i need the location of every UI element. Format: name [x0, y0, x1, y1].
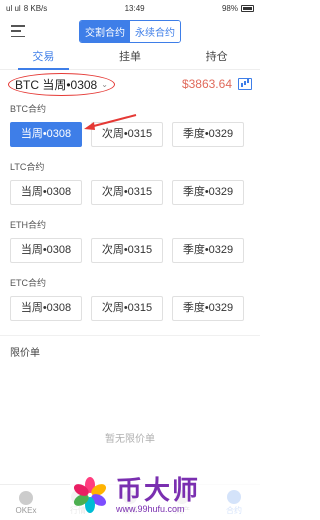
contract-button[interactable]: 当周•0308: [10, 180, 82, 205]
watermark-title: 币大师: [116, 475, 201, 505]
title-bar: 交割合约 永续合约: [0, 16, 260, 46]
contract-button[interactable]: 次周•0315: [91, 238, 163, 263]
contract-button[interactable]: 次周•0315: [91, 296, 163, 321]
price-bar: BTC 当周•0308 ⌄ $3863.64: [0, 70, 260, 98]
watermark: 币大师 www.99hufu.com: [70, 472, 260, 518]
ltc-section: LTC合约 当周•0308 次周•0315 季度•0329: [10, 161, 250, 205]
section-label: ETH合约: [10, 220, 47, 230]
okex-icon: [19, 490, 33, 505]
delivery-contract-tab[interactable]: 交割合约: [80, 20, 130, 42]
signal-indicator: ul ul: [6, 3, 21, 13]
limit-order-section: 限价单: [0, 335, 260, 367]
tab-positions[interactable]: 持仓: [173, 46, 260, 69]
contract-button[interactable]: 当周•0308: [10, 296, 82, 321]
battery-percent: 98%: [221, 3, 238, 13]
status-bar: ul ul 8 KB/s 13:49 98%: [0, 0, 260, 16]
contract-button[interactable]: 季度•0329: [172, 180, 244, 205]
limit-order-title: 限价单: [10, 348, 40, 359]
eth-section: ETH合约 当周•0308 次周•0315 季度•0329: [10, 219, 250, 263]
tab-orders[interactable]: 挂单: [87, 46, 174, 69]
section-label: LTC合约: [10, 162, 45, 172]
tab-trade[interactable]: 交易: [0, 46, 87, 70]
etc-section: ETC合约 当周•0308 次周•0315 季度•0329: [10, 277, 250, 321]
chart-icon[interactable]: [238, 78, 252, 90]
network-speed: 8 KB/s: [23, 3, 48, 13]
contract-button[interactable]: 季度•0329: [172, 122, 244, 147]
contract-list: BTC合约 当周•0308 次周•0315 季度•0329 LTC合约 当周•0…: [0, 103, 260, 321]
contract-selector[interactable]: BTC 当周•0308 ⌄: [8, 72, 115, 96]
contract-button[interactable]: 季度•0329: [172, 238, 244, 263]
flower-logo-icon: [70, 475, 110, 515]
empty-state: 暂无限价单: [105, 434, 155, 445]
contract-button[interactable]: 当周•0308: [10, 122, 82, 147]
contract-button[interactable]: 当周•0308: [10, 238, 82, 263]
last-price: $3863.64: [181, 77, 232, 91]
contract-type-switch: 交割合约 永续合约: [79, 19, 181, 43]
annotation-arrow-icon: [84, 114, 137, 130]
section-label: ETC合约: [10, 278, 47, 288]
contract-selector-label: BTC 当周•0308: [15, 77, 98, 92]
watermark-url: www.99hufu.com: [116, 504, 185, 514]
main-tabs: 交易 挂单 持仓: [0, 46, 260, 70]
chevron-down-icon: ⌄: [101, 79, 108, 89]
contract-button[interactable]: 季度•0329: [172, 296, 244, 321]
perpetual-contract-tab[interactable]: 永续合约: [130, 20, 180, 42]
nav-okex[interactable]: OKEx: [0, 485, 52, 520]
contract-button[interactable]: 次周•0315: [91, 180, 163, 205]
menu-icon[interactable]: [11, 25, 25, 37]
battery-icon: [241, 4, 254, 12]
clock: 13:49: [124, 3, 145, 13]
nav-label: OKEx: [15, 505, 37, 515]
